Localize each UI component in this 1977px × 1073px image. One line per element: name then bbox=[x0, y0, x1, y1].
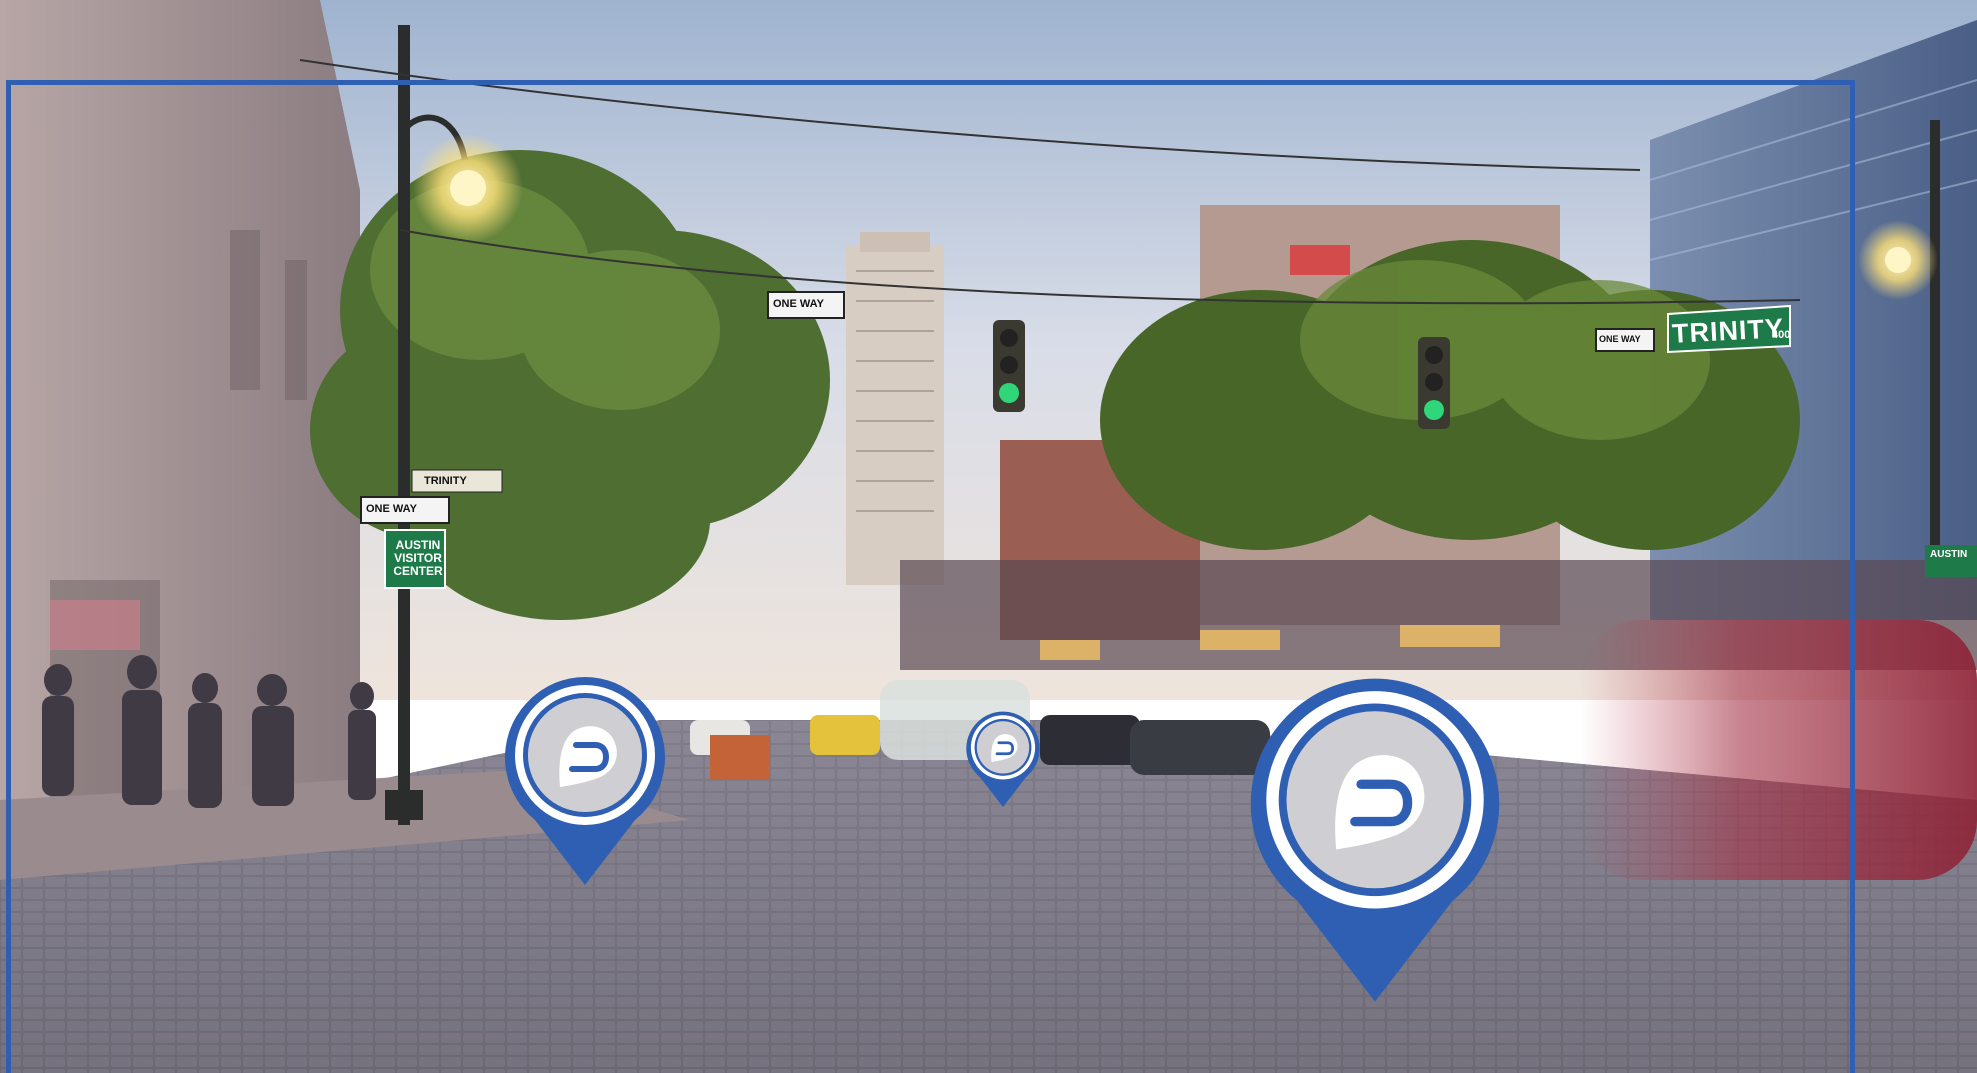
visitor-center-sign-right: AUSTIN bbox=[1930, 549, 1968, 560]
location-pin-left[interactable] bbox=[500, 675, 670, 890]
street-photo bbox=[0, 0, 1977, 1073]
street-sign-number: 400 bbox=[1772, 329, 1791, 341]
oneway-sign: ONE WAY bbox=[773, 298, 824, 310]
street-sign-trinity: TRINITY bbox=[1671, 313, 1785, 349]
location-pin-center[interactable] bbox=[964, 708, 1042, 812]
street-scene-illustration bbox=[0, 0, 1977, 1073]
location-pin-right[interactable] bbox=[1243, 675, 1507, 1010]
oneway-sign: ONE WAY bbox=[1599, 334, 1641, 344]
visitor-center-sign: AUSTIN VISITOR CENTER bbox=[393, 538, 443, 578]
street-sign-trinity-small: TRINITY bbox=[424, 475, 467, 487]
oneway-sign: ONE WAY bbox=[366, 503, 417, 515]
